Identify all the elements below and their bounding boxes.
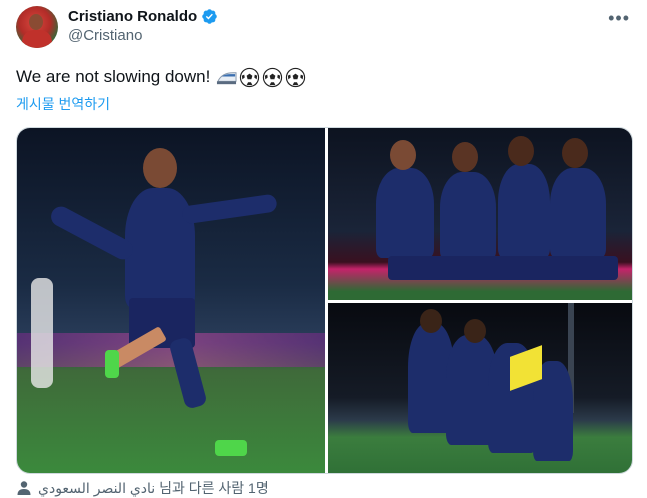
soccer-ball-icon [263, 67, 283, 87]
tweet-text-content: We are not slowing down! [16, 67, 211, 86]
translate-post-link[interactable]: 게시물 번역하기 [16, 94, 110, 114]
soccer-ball-icon [240, 67, 260, 87]
media-grid [16, 127, 633, 474]
author-handle[interactable]: @Cristiano [68, 26, 218, 46]
avatar[interactable] [16, 6, 58, 48]
tweet-header: Cristiano Ronaldo @Cristiano ••• [16, 6, 636, 50]
author-display-name[interactable]: Cristiano Ronaldo [68, 7, 197, 26]
soccer-ball-icon [286, 67, 306, 87]
tweet-text: We are not slowing down! [16, 66, 306, 88]
tagged-users-text: نادي النصر السعودي 님과 다른 사람 1명 [38, 480, 269, 496]
author-name-row: Cristiano Ronaldo [68, 7, 218, 26]
verified-badge-icon [202, 9, 217, 24]
photo-team-huddle[interactable] [328, 303, 632, 473]
photo-team-celebration[interactable] [328, 128, 632, 300]
tagged-users[interactable]: نادي النصر السعودي 님과 다른 사람 1명 [16, 478, 269, 498]
bullet-train-icon [217, 71, 237, 84]
author-info: Cristiano Ronaldo @Cristiano [68, 7, 218, 46]
more-horizontal-icon[interactable]: ••• [608, 8, 630, 29]
photo-ronaldo-celebrating[interactable] [17, 128, 325, 473]
person-icon [17, 481, 31, 495]
